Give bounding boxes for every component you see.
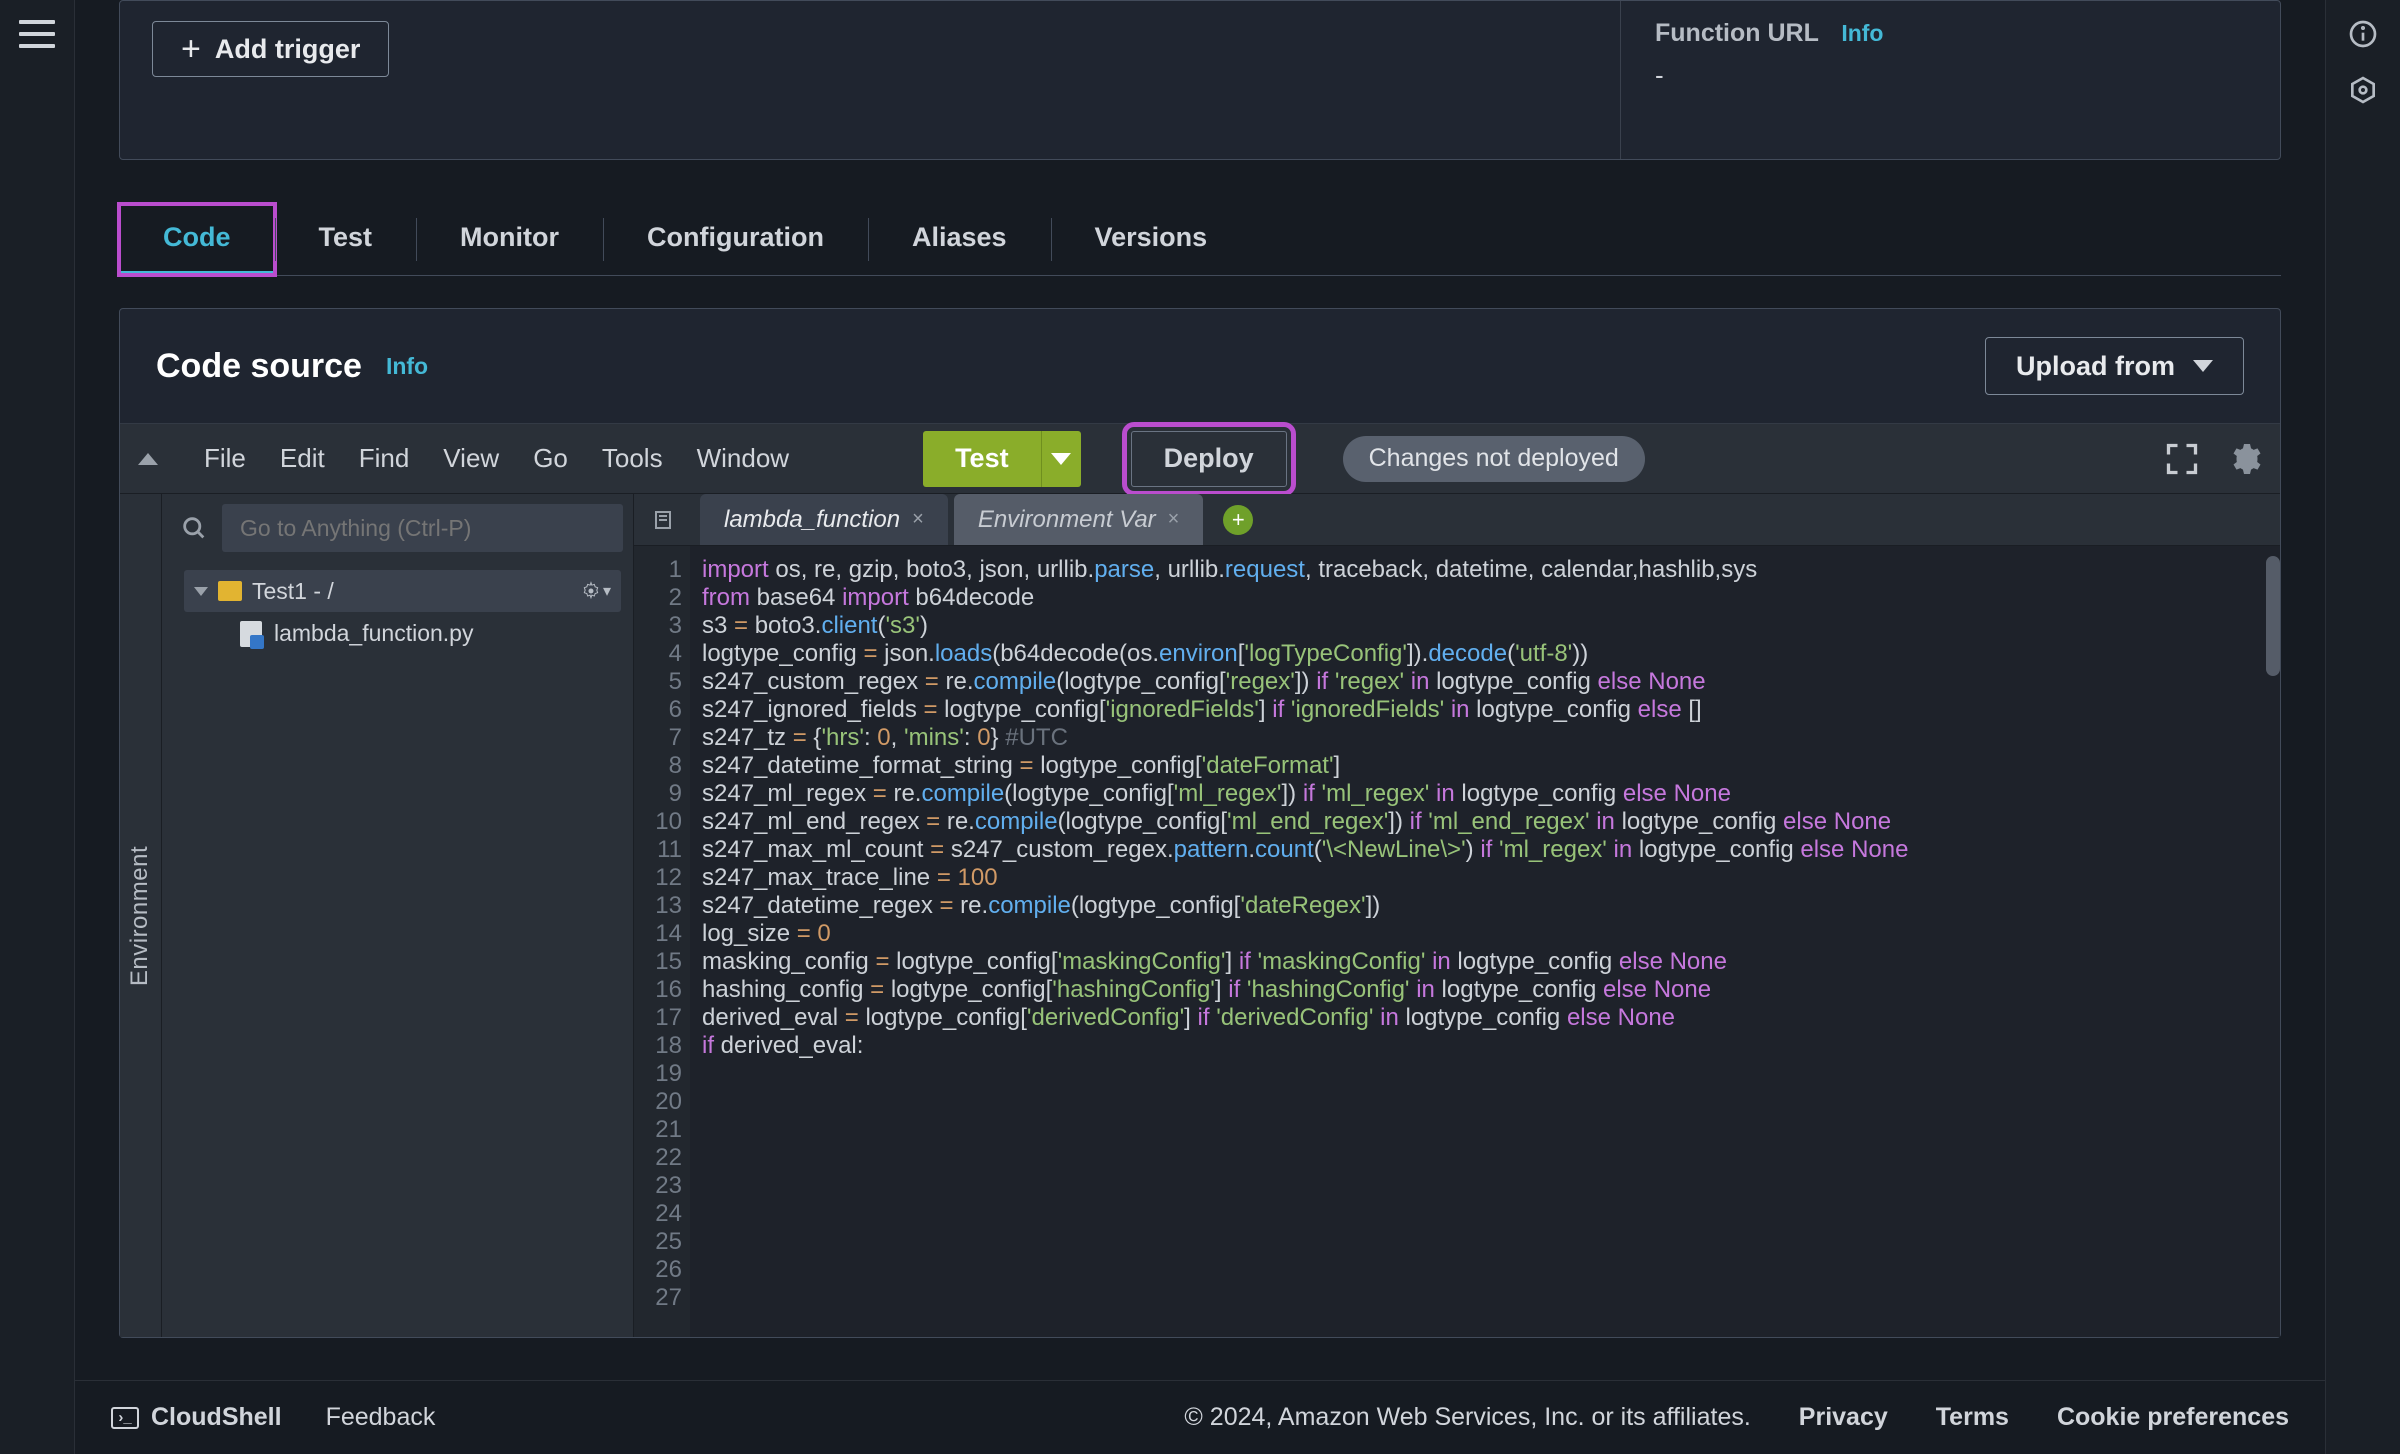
ide-right-icons [2164, 441, 2262, 477]
ide-container: File Edit Find View Go Tools Window Test… [120, 424, 2280, 1337]
upload-from-label: Upload from [2016, 351, 2175, 382]
function-url-value: - [1655, 60, 2246, 91]
code-source-header: Code source Info Upload from [120, 309, 2280, 424]
menu-edit[interactable]: Edit [280, 443, 325, 474]
plus-icon: + [181, 32, 201, 66]
env-label: Environment [127, 845, 155, 985]
deploy-button[interactable]: Deploy [1131, 431, 1287, 487]
gear-icon [581, 581, 601, 601]
footer-cookies-link[interactable]: Cookie preferences [2057, 1403, 2289, 1432]
goto-anything-input[interactable] [222, 504, 623, 552]
tab-code[interactable]: Code [119, 204, 275, 275]
cloudshell-button[interactable]: ›_ CloudShell [111, 1403, 282, 1432]
menu-window[interactable]: Window [697, 443, 789, 474]
copyright-text: © 2024, Amazon Web Services, Inc. or its… [1184, 1403, 1750, 1432]
test-button[interactable]: Test [923, 431, 1041, 487]
scrollbar-thumb[interactable] [2266, 556, 2280, 676]
function-url-info-link[interactable]: Info [1841, 20, 1883, 46]
feedback-link[interactable]: Feedback [326, 1403, 436, 1432]
chevron-down-icon [194, 587, 208, 596]
hexagon-icon[interactable] [2347, 74, 2379, 106]
overview-right: Function URL Info - [1620, 1, 2280, 159]
collapse-arrow-icon[interactable] [138, 453, 158, 465]
menu-file[interactable]: File [204, 443, 246, 474]
folder-icon [218, 581, 242, 601]
fullscreen-icon[interactable] [2164, 441, 2200, 477]
app-shell: + Add trigger Function URL Info - Code T… [0, 0, 2400, 1454]
tree-file-lambda[interactable]: lambda_function.py [184, 612, 621, 655]
editor-tab-active[interactable]: lambda_function × [700, 494, 948, 545]
test-button-group: Test [923, 431, 1081, 487]
right-rail [2325, 0, 2400, 1454]
editor-tabs: lambda_function × Environment Var × + [634, 494, 2280, 546]
test-dropdown-button[interactable] [1041, 431, 1081, 487]
code-source-title: Code source [156, 347, 362, 386]
tree-file-label: lambda_function.py [274, 620, 473, 647]
tree-root-label: Test1 - / [252, 578, 334, 605]
editor-tab-inactive-label: Environment Var [978, 506, 1156, 534]
ide-body: Environment Test1 - / [120, 494, 2280, 1337]
editor-tab-active-label: lambda_function [724, 506, 900, 534]
tab-configuration[interactable]: Configuration [603, 204, 868, 275]
content-area: + Add trigger Function URL Info - Code T… [75, 0, 2325, 1454]
tab-monitor[interactable]: Monitor [416, 204, 603, 275]
tree-root[interactable]: Test1 - / ▾ [184, 570, 621, 612]
python-file-icon [240, 621, 262, 647]
main-column: + Add trigger Function URL Info - Code T… [75, 0, 2325, 1454]
editor-pane: lambda_function × Environment Var × + [634, 494, 2280, 1337]
line-number-gutter: 1234567891011121314151617181920212223242… [634, 546, 690, 1337]
code-source-panel: Code source Info Upload from File Edit F… [119, 308, 2281, 1338]
code-source-info-link[interactable]: Info [386, 353, 428, 380]
footer-privacy-link[interactable]: Privacy [1799, 1403, 1888, 1432]
tab-versions[interactable]: Versions [1051, 204, 1252, 275]
function-overview-card: + Add trigger Function URL Info - [119, 0, 2281, 160]
deploy-status-chip: Changes not deployed [1343, 436, 1645, 482]
tree-gear-button[interactable]: ▾ [581, 576, 611, 606]
function-tabs: Code Test Monitor Configuration Aliases … [119, 204, 2281, 276]
chevron-down-icon [2193, 360, 2213, 372]
menu-find[interactable]: Find [359, 443, 410, 474]
file-tree: Test1 - / ▾ lambda_function.py [162, 562, 633, 655]
menu-tools[interactable]: Tools [602, 443, 663, 474]
chevron-down-icon [1051, 453, 1071, 465]
footer-terms-link[interactable]: Terms [1936, 1403, 2009, 1432]
search-icon[interactable] [180, 514, 208, 542]
info-circle-icon[interactable] [2347, 18, 2379, 50]
document-list-icon[interactable] [646, 502, 682, 538]
gear-icon[interactable] [2226, 441, 2262, 477]
file-explorer: Test1 - / ▾ lambda_function.py [162, 494, 634, 1337]
upload-from-button[interactable]: Upload from [1985, 337, 2244, 395]
add-trigger-button[interactable]: + Add trigger [152, 21, 389, 77]
code-text[interactable]: import os, re, gzip, boto3, json, urllib… [690, 546, 2280, 1337]
env-gutter[interactable]: Environment [120, 494, 162, 1337]
cloudshell-label: CloudShell [151, 1403, 282, 1432]
function-url-label: Function URL [1655, 19, 1819, 48]
ide-menubar: File Edit Find View Go Tools Window Test… [120, 424, 2280, 494]
hamburger-icon[interactable] [19, 20, 55, 48]
overview-left: + Add trigger [120, 1, 1620, 159]
close-icon[interactable]: × [1168, 508, 1180, 531]
menu-view[interactable]: View [443, 443, 499, 474]
close-icon[interactable]: × [912, 508, 924, 531]
side-nav [0, 0, 75, 1454]
code-editor[interactable]: 1234567891011121314151617181920212223242… [634, 546, 2280, 1337]
goto-search-row [162, 494, 633, 562]
tab-aliases[interactable]: Aliases [868, 204, 1051, 275]
cloudshell-icon: ›_ [111, 1407, 139, 1429]
footer-bar: ›_ CloudShell Feedback © 2024, Amazon We… [75, 1380, 2325, 1454]
tab-test[interactable]: Test [275, 204, 417, 275]
add-trigger-label: Add trigger [215, 34, 361, 65]
editor-tab-inactive[interactable]: Environment Var × [954, 494, 1204, 545]
menu-go[interactable]: Go [533, 443, 568, 474]
new-tab-button[interactable]: + [1223, 505, 1253, 535]
